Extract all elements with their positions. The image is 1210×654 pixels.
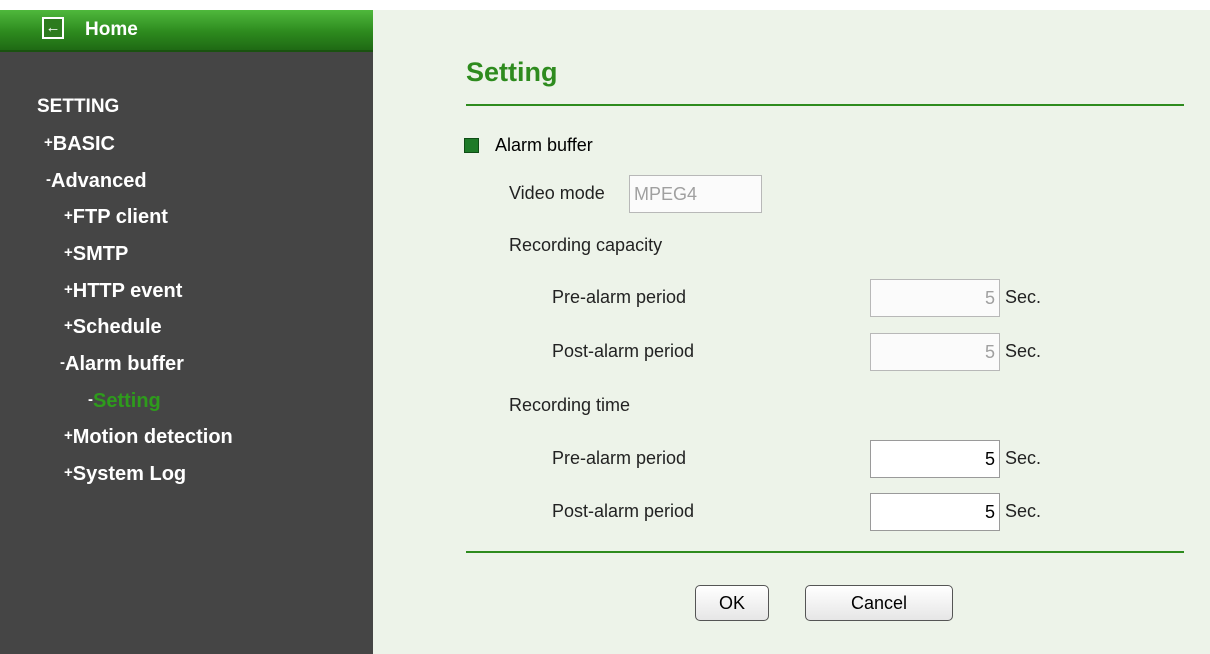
sidebar-item-label: HTTP event bbox=[72, 280, 183, 302]
sidebar-item-label: Setting bbox=[93, 390, 161, 412]
video-mode-label: Video mode bbox=[509, 183, 605, 203]
home-link[interactable]: Home bbox=[85, 19, 138, 41]
sidebar-item-label: FTP client bbox=[72, 206, 168, 228]
recording-time-heading: Recording time bbox=[509, 395, 631, 415]
time-post-alarm-input[interactable]: 5 bbox=[870, 493, 1000, 531]
cancel-button[interactable]: Cancel bbox=[805, 585, 953, 621]
sidebar-item-advanced[interactable]: -Advanced bbox=[46, 170, 147, 193]
video-mode-field: MPEG4 bbox=[629, 175, 762, 213]
sidebar-item-basic[interactable]: +BASIC bbox=[44, 133, 115, 156]
sidebar-item-label: Advanced bbox=[51, 170, 147, 192]
section-bullet-icon bbox=[464, 138, 479, 153]
sidebar: ← Home SETTING +BASIC -Advanced +FTP cli… bbox=[0, 10, 373, 654]
sidebar-item-http-event[interactable]: +HTTP event bbox=[64, 280, 182, 303]
bottom-divider bbox=[466, 551, 1184, 553]
time-pre-alarm-input[interactable]: 5 bbox=[870, 440, 1000, 478]
capacity-pre-alarm-field: 5 bbox=[870, 279, 1000, 317]
sidebar-item-smtp[interactable]: +SMTP bbox=[64, 243, 128, 266]
sidebar-item-alarm-buffer[interactable]: -Alarm buffer bbox=[60, 353, 184, 376]
section-title: Alarm buffer bbox=[495, 135, 593, 155]
sidebar-section-title: SETTING bbox=[37, 96, 120, 117]
ok-button[interactable]: OK bbox=[695, 585, 769, 621]
back-arrow-icon[interactable]: ← bbox=[42, 17, 64, 39]
recording-capacity-heading: Recording capacity bbox=[509, 235, 663, 255]
sidebar-item-label: Schedule bbox=[72, 316, 162, 338]
sidebar-item-ftp-client[interactable]: +FTP client bbox=[64, 206, 168, 229]
time-pre-alarm-unit: Sec. bbox=[1005, 448, 1042, 468]
capacity-post-alarm-label: Post-alarm period bbox=[552, 341, 695, 361]
sidebar-item-label: Motion detection bbox=[72, 426, 233, 448]
sidebar-item-setting[interactable]: -Setting bbox=[88, 390, 161, 413]
capacity-post-alarm-field: 5 bbox=[870, 333, 1000, 371]
sidebar-item-schedule[interactable]: +Schedule bbox=[64, 316, 162, 339]
sidebar-item-label: BASIC bbox=[52, 133, 115, 155]
time-post-alarm-label: Post-alarm period bbox=[552, 501, 695, 521]
top-divider bbox=[466, 104, 1184, 106]
sidebar-item-label: SMTP bbox=[72, 243, 129, 265]
capacity-pre-alarm-label: Pre-alarm period bbox=[552, 287, 687, 307]
capacity-post-alarm-unit: Sec. bbox=[1005, 341, 1042, 361]
page-title: Setting bbox=[466, 57, 558, 87]
main-panel bbox=[373, 10, 1210, 654]
sidebar-item-label: System Log bbox=[72, 463, 187, 485]
home-bar[interactable]: ← Home bbox=[0, 10, 373, 52]
sidebar-item-label: Alarm buffer bbox=[65, 353, 184, 375]
time-pre-alarm-label: Pre-alarm period bbox=[552, 448, 687, 468]
sidebar-item-system-log[interactable]: +System Log bbox=[64, 463, 186, 486]
capacity-pre-alarm-unit: Sec. bbox=[1005, 287, 1042, 307]
time-post-alarm-unit: Sec. bbox=[1005, 501, 1042, 521]
sidebar-item-motion-detection[interactable]: +Motion detection bbox=[64, 426, 233, 449]
